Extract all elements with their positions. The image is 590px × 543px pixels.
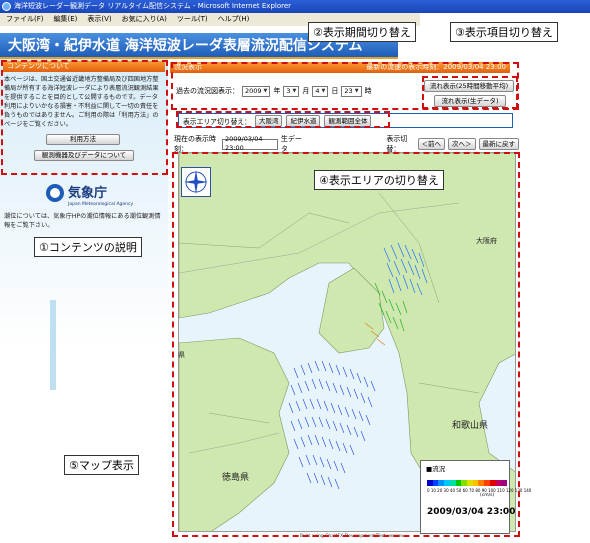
menu-favorites[interactable]: お気に入り(A): [122, 13, 167, 26]
latest-button[interactable]: 最新に戻す: [478, 138, 520, 150]
callout-items: ③表示項目切り替え: [450, 22, 558, 42]
browser-icon: [2, 2, 11, 11]
menu-edit[interactable]: 編集(E): [54, 13, 78, 26]
menu-tools[interactable]: ツール(T): [177, 13, 208, 26]
data-kind: 生データ: [280, 135, 302, 153]
annotation-box-map: [172, 152, 520, 537]
jma-name: 気象庁: [68, 186, 108, 201]
current-time-row: 現在の表示時刻： 2009/03/04 23:00 生データ 表示切替： ＜前へ…: [174, 135, 520, 153]
switch-label: 表示切替：: [386, 135, 408, 153]
callout-area: ④表示エリアの切り替え: [314, 170, 444, 190]
menu-view[interactable]: 表示(V): [87, 13, 111, 26]
next-button[interactable]: 次へ＞: [448, 138, 476, 150]
callout-period: ②表示期間切り替え: [308, 22, 416, 42]
callout-map: ⑤マップ表示: [64, 455, 139, 475]
prev-button[interactable]: ＜前へ: [417, 138, 446, 150]
current-time-label: 現在の表示時刻：: [174, 135, 216, 153]
tide-info-text: 潮位については、気象庁HPの潮位情報にある潮位観測情報をご覧下さい。: [4, 213, 161, 229]
current-time-field: 2009/03/04 23:00: [222, 135, 278, 152]
callout-contents: ①コンテンツの説明: [34, 237, 142, 257]
jma-mark-icon: [46, 184, 64, 202]
menu-file[interactable]: ファイル(F): [6, 13, 44, 26]
jma-english: Japan Meteorological Agency: [68, 202, 134, 207]
annotation-box-items: [422, 76, 518, 109]
window-title: 海洋短波レーダー観測データ リアルタイム配信システム - Microsoft I…: [14, 2, 292, 10]
window-title-bar: 海洋短波レーダー観測データ リアルタイム配信システム - Microsoft I…: [0, 0, 590, 13]
jma-logo[interactable]: 気象庁 Japan Meteorological Agency: [46, 182, 156, 212]
chimney-decoration: [50, 300, 56, 390]
annotation-box-area: [176, 111, 390, 128]
menu-help[interactable]: ヘルプ(H): [218, 13, 250, 26]
annotation-box-contents: [1, 60, 168, 175]
